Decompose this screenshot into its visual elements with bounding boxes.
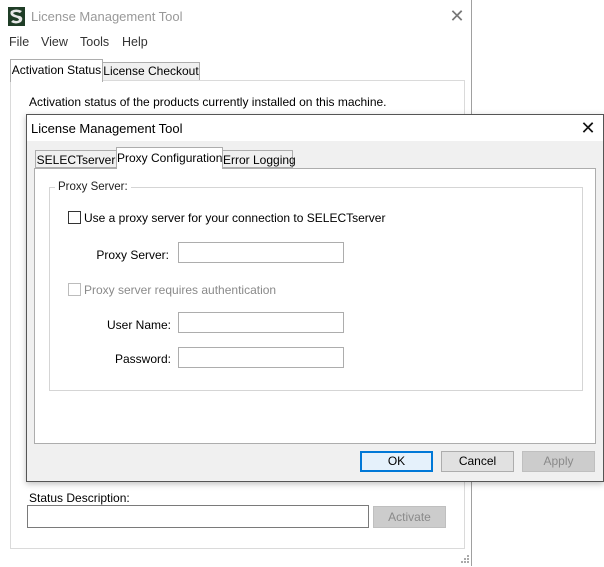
- password-input[interactable]: [178, 347, 344, 368]
- proxy-auth-checkbox[interactable]: [68, 283, 81, 296]
- proxy-server-input[interactable]: [178, 242, 344, 263]
- use-proxy-label[interactable]: Use a proxy server for your connection t…: [84, 211, 385, 225]
- activate-button[interactable]: Activate: [373, 506, 446, 528]
- tab-license-checkout[interactable]: License Checkout: [102, 62, 200, 82]
- tab-error-logging[interactable]: Error Logging: [222, 150, 296, 168]
- activation-description: Activation status of the products curren…: [29, 95, 387, 109]
- status-description-label: Status Description:: [29, 491, 130, 505]
- background-title-bar: License Management Tool ✕: [0, 0, 471, 32]
- menu-tools[interactable]: Tools: [80, 35, 109, 49]
- tab-proxy-configuration[interactable]: Proxy Configuration: [116, 147, 223, 169]
- apply-button[interactable]: Apply: [522, 451, 595, 472]
- proxy-auth-label: Proxy server requires authentication: [84, 283, 277, 297]
- menu-help[interactable]: Help: [122, 35, 148, 49]
- password-label: Password:: [114, 352, 171, 366]
- use-proxy-checkbox[interactable]: [68, 211, 81, 224]
- user-name-label: User Name:: [106, 318, 171, 332]
- resize-grip-icon[interactable]: [460, 553, 470, 563]
- menu-view[interactable]: View: [41, 35, 68, 49]
- dialog-title-bar: License Management Tool ✕: [27, 115, 603, 141]
- dialog-title: License Management Tool: [31, 121, 183, 136]
- user-name-input[interactable]: [178, 312, 344, 333]
- app-logo-icon: [8, 7, 25, 26]
- group-title: Proxy Server:: [55, 181, 131, 193]
- background-window-title: License Management Tool: [31, 9, 183, 24]
- tab-activation-status[interactable]: Activation Status: [10, 59, 103, 82]
- proxy-configuration-dialog: License Management Tool ✕ SELECTserver P…: [26, 114, 604, 482]
- status-description-field[interactable]: [27, 505, 369, 528]
- tab-selectserver[interactable]: SELECTserver: [35, 150, 117, 168]
- cancel-button[interactable]: Cancel: [441, 451, 514, 472]
- menu-file[interactable]: File: [9, 35, 29, 49]
- ok-button[interactable]: OK: [360, 451, 433, 472]
- close-icon[interactable]: ✕: [577, 117, 599, 139]
- menu-bar: File View Tools Help: [0, 32, 471, 52]
- proxy-server-label: Proxy Server:: [96, 248, 169, 262]
- background-close-icon[interactable]: ✕: [446, 4, 468, 28]
